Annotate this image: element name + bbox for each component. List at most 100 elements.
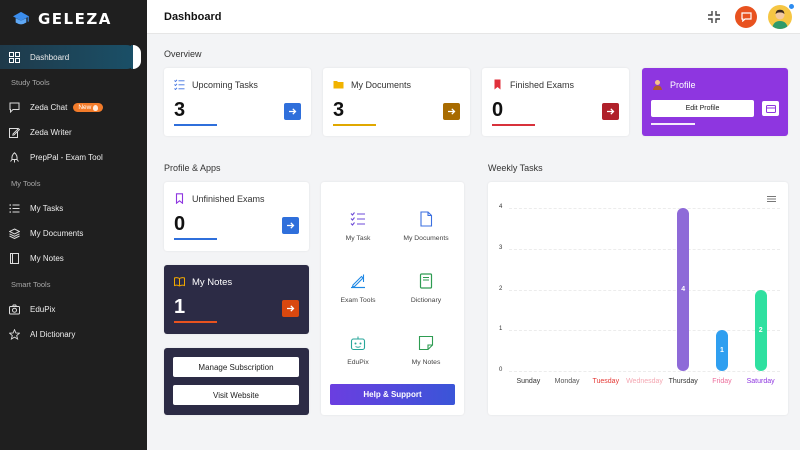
my-documents-card[interactable]: My Documents 3 bbox=[323, 68, 470, 136]
unfinished-exams-card[interactable]: Unfinished Exams 0 bbox=[164, 182, 309, 251]
help-support-button[interactable]: Help & Support bbox=[330, 384, 455, 405]
grid-line bbox=[509, 248, 780, 250]
weekly-tasks-chart: 0 1 2 3 4 Sunday Monday Tuesday Wednesday Thursda… bbox=[488, 182, 788, 415]
rocket-icon bbox=[8, 152, 20, 164]
bar-value-label: 2 bbox=[758, 326, 763, 334]
open-my-documents-button[interactable] bbox=[443, 103, 460, 120]
sidebar-item-preppal[interactable]: PrepPal - Exam Tool bbox=[0, 145, 147, 170]
app-my-task[interactable]: My Task bbox=[323, 211, 393, 242]
sidebar-item-label: PrepPal - Exam Tool bbox=[30, 153, 103, 162]
card-title: Profile bbox=[670, 80, 696, 90]
sidebar-item-my-tasks[interactable]: My Tasks bbox=[0, 196, 147, 221]
sidebar-item-label: My Tasks bbox=[30, 204, 64, 213]
apps-grid: My Task My Documents Exam Tools Dictiona… bbox=[321, 182, 464, 412]
pencil-square-icon bbox=[8, 127, 20, 139]
document-icon bbox=[420, 211, 433, 227]
sidebar-item-label: Zeda Writer bbox=[30, 128, 72, 137]
arrow-right-icon bbox=[289, 108, 297, 115]
visit-website-button[interactable]: Visit Website bbox=[173, 385, 299, 405]
bar-friday[interactable]: 1 bbox=[715, 330, 728, 371]
y-tick-label: 3 bbox=[499, 244, 503, 251]
card-value: 0 bbox=[174, 213, 186, 235]
upcoming-tasks-card[interactable]: Upcoming Tasks 3 bbox=[164, 68, 311, 136]
sidebar-nav: Dashboard Study Tools Zeda Chat New Zeda… bbox=[0, 45, 147, 347]
arrow-right-icon bbox=[448, 108, 456, 115]
grid-line bbox=[509, 330, 780, 332]
sidebar-section-my-tools: My Tools bbox=[11, 178, 41, 188]
brand-name: GELEZA bbox=[38, 10, 112, 28]
app-exam-tools[interactable]: Exam Tools bbox=[323, 273, 393, 304]
sidebar-item-edupix[interactable]: EduPix bbox=[0, 297, 147, 322]
dashboard-icon bbox=[8, 51, 20, 63]
manage-subscription-button[interactable]: Manage Subscription bbox=[173, 357, 299, 377]
sidebar-item-label: Dashboard bbox=[30, 52, 70, 62]
membership-card-button[interactable] bbox=[762, 101, 779, 116]
open-upcoming-tasks-button[interactable] bbox=[284, 103, 301, 120]
chat-icon bbox=[8, 102, 20, 114]
app-dictionary[interactable]: Dictionary bbox=[391, 273, 461, 304]
card-value: 0 bbox=[492, 99, 504, 121]
robot-icon bbox=[350, 336, 366, 351]
sidebar-item-zeda-writer[interactable]: Zeda Writer bbox=[0, 120, 147, 145]
y-tick-label: 0 bbox=[499, 367, 503, 373]
sidebar-item-my-documents[interactable]: My Documents bbox=[0, 221, 147, 246]
app-my-documents[interactable]: My Documents bbox=[391, 211, 461, 242]
app-label: Dictionary bbox=[410, 297, 442, 304]
sidebar-item-label: AI Dictionary bbox=[30, 330, 76, 339]
card-progress bbox=[492, 124, 535, 126]
my-notes-card[interactable]: My Notes 1 bbox=[164, 265, 309, 334]
card-value: 3 bbox=[333, 99, 345, 121]
app-label: My Task bbox=[345, 235, 371, 242]
sidebar-item-label: My Documents bbox=[30, 229, 84, 238]
menu-icon[interactable] bbox=[767, 196, 776, 202]
open-unfinished-exams-button[interactable] bbox=[282, 217, 299, 234]
card-value: 1 bbox=[174, 296, 186, 318]
pencil-ruler-icon bbox=[351, 274, 365, 289]
bar-value-label: 4 bbox=[681, 286, 686, 293]
sidebar-item-label: EduPix bbox=[30, 305, 56, 314]
open-my-notes-button[interactable] bbox=[282, 300, 299, 317]
bookmark-outline-icon bbox=[175, 193, 184, 204]
arrow-right-icon bbox=[287, 222, 295, 229]
layers-icon bbox=[8, 228, 20, 240]
top-header: Dashboard bbox=[147, 0, 800, 34]
card-title: My Documents bbox=[351, 80, 412, 90]
app-label: My Documents bbox=[403, 235, 449, 242]
sticky-note-icon bbox=[418, 335, 434, 351]
app-label: My Notes bbox=[411, 359, 441, 366]
sidebar-item-zeda-chat[interactable]: Zeda Chat New bbox=[0, 95, 147, 120]
bar-value-label: 1 bbox=[719, 347, 724, 355]
brand[interactable]: GELEZA bbox=[12, 8, 112, 30]
sidebar-item-my-notes[interactable]: My Notes bbox=[0, 246, 147, 271]
camera-icon bbox=[8, 304, 20, 316]
y-tick-label: 1 bbox=[499, 326, 503, 333]
graduation-cap-icon bbox=[13, 11, 29, 25]
app-edupix[interactable]: EduPix bbox=[323, 335, 393, 366]
page-title: Dashboard bbox=[164, 11, 222, 23]
grid-line bbox=[509, 371, 780, 372]
finished-exams-card[interactable]: Finished Exams 0 bbox=[482, 68, 629, 136]
sidebar: GELEZA Dashboard Study Tools Zeda Chat N… bbox=[0, 0, 147, 450]
subscription-card: Manage Subscription Visit Website bbox=[164, 348, 309, 415]
open-finished-exams-button[interactable] bbox=[602, 103, 619, 120]
bar-saturday[interactable]: 2 bbox=[754, 289, 767, 371]
sidebar-section-smart-tools: Smart Tools bbox=[11, 279, 51, 289]
profile-apps-label: Profile & Apps bbox=[164, 163, 221, 173]
collapse-icon[interactable] bbox=[707, 10, 721, 24]
y-tick-label: 4 bbox=[499, 204, 503, 210]
card-value: 3 bbox=[174, 99, 186, 121]
weekly-tasks-label: Weekly Tasks bbox=[488, 163, 543, 173]
arrow-right-icon bbox=[287, 305, 295, 312]
card-title: Finished Exams bbox=[510, 80, 575, 90]
sidebar-item-ai-dictionary[interactable]: AI Dictionary bbox=[0, 322, 147, 347]
sidebar-item-dashboard[interactable]: Dashboard bbox=[0, 45, 141, 69]
card-progress bbox=[333, 124, 376, 126]
edit-profile-button[interactable]: Edit Profile bbox=[651, 100, 754, 117]
bar-thursday[interactable]: 4 bbox=[677, 208, 690, 371]
new-badge: New bbox=[73, 103, 104, 112]
star-icon bbox=[8, 329, 20, 341]
x-tick-label: Saturday bbox=[746, 378, 775, 385]
chat-button[interactable] bbox=[735, 6, 757, 28]
card-title: My Notes bbox=[192, 277, 233, 288]
app-my-notes[interactable]: My Notes bbox=[391, 335, 461, 366]
